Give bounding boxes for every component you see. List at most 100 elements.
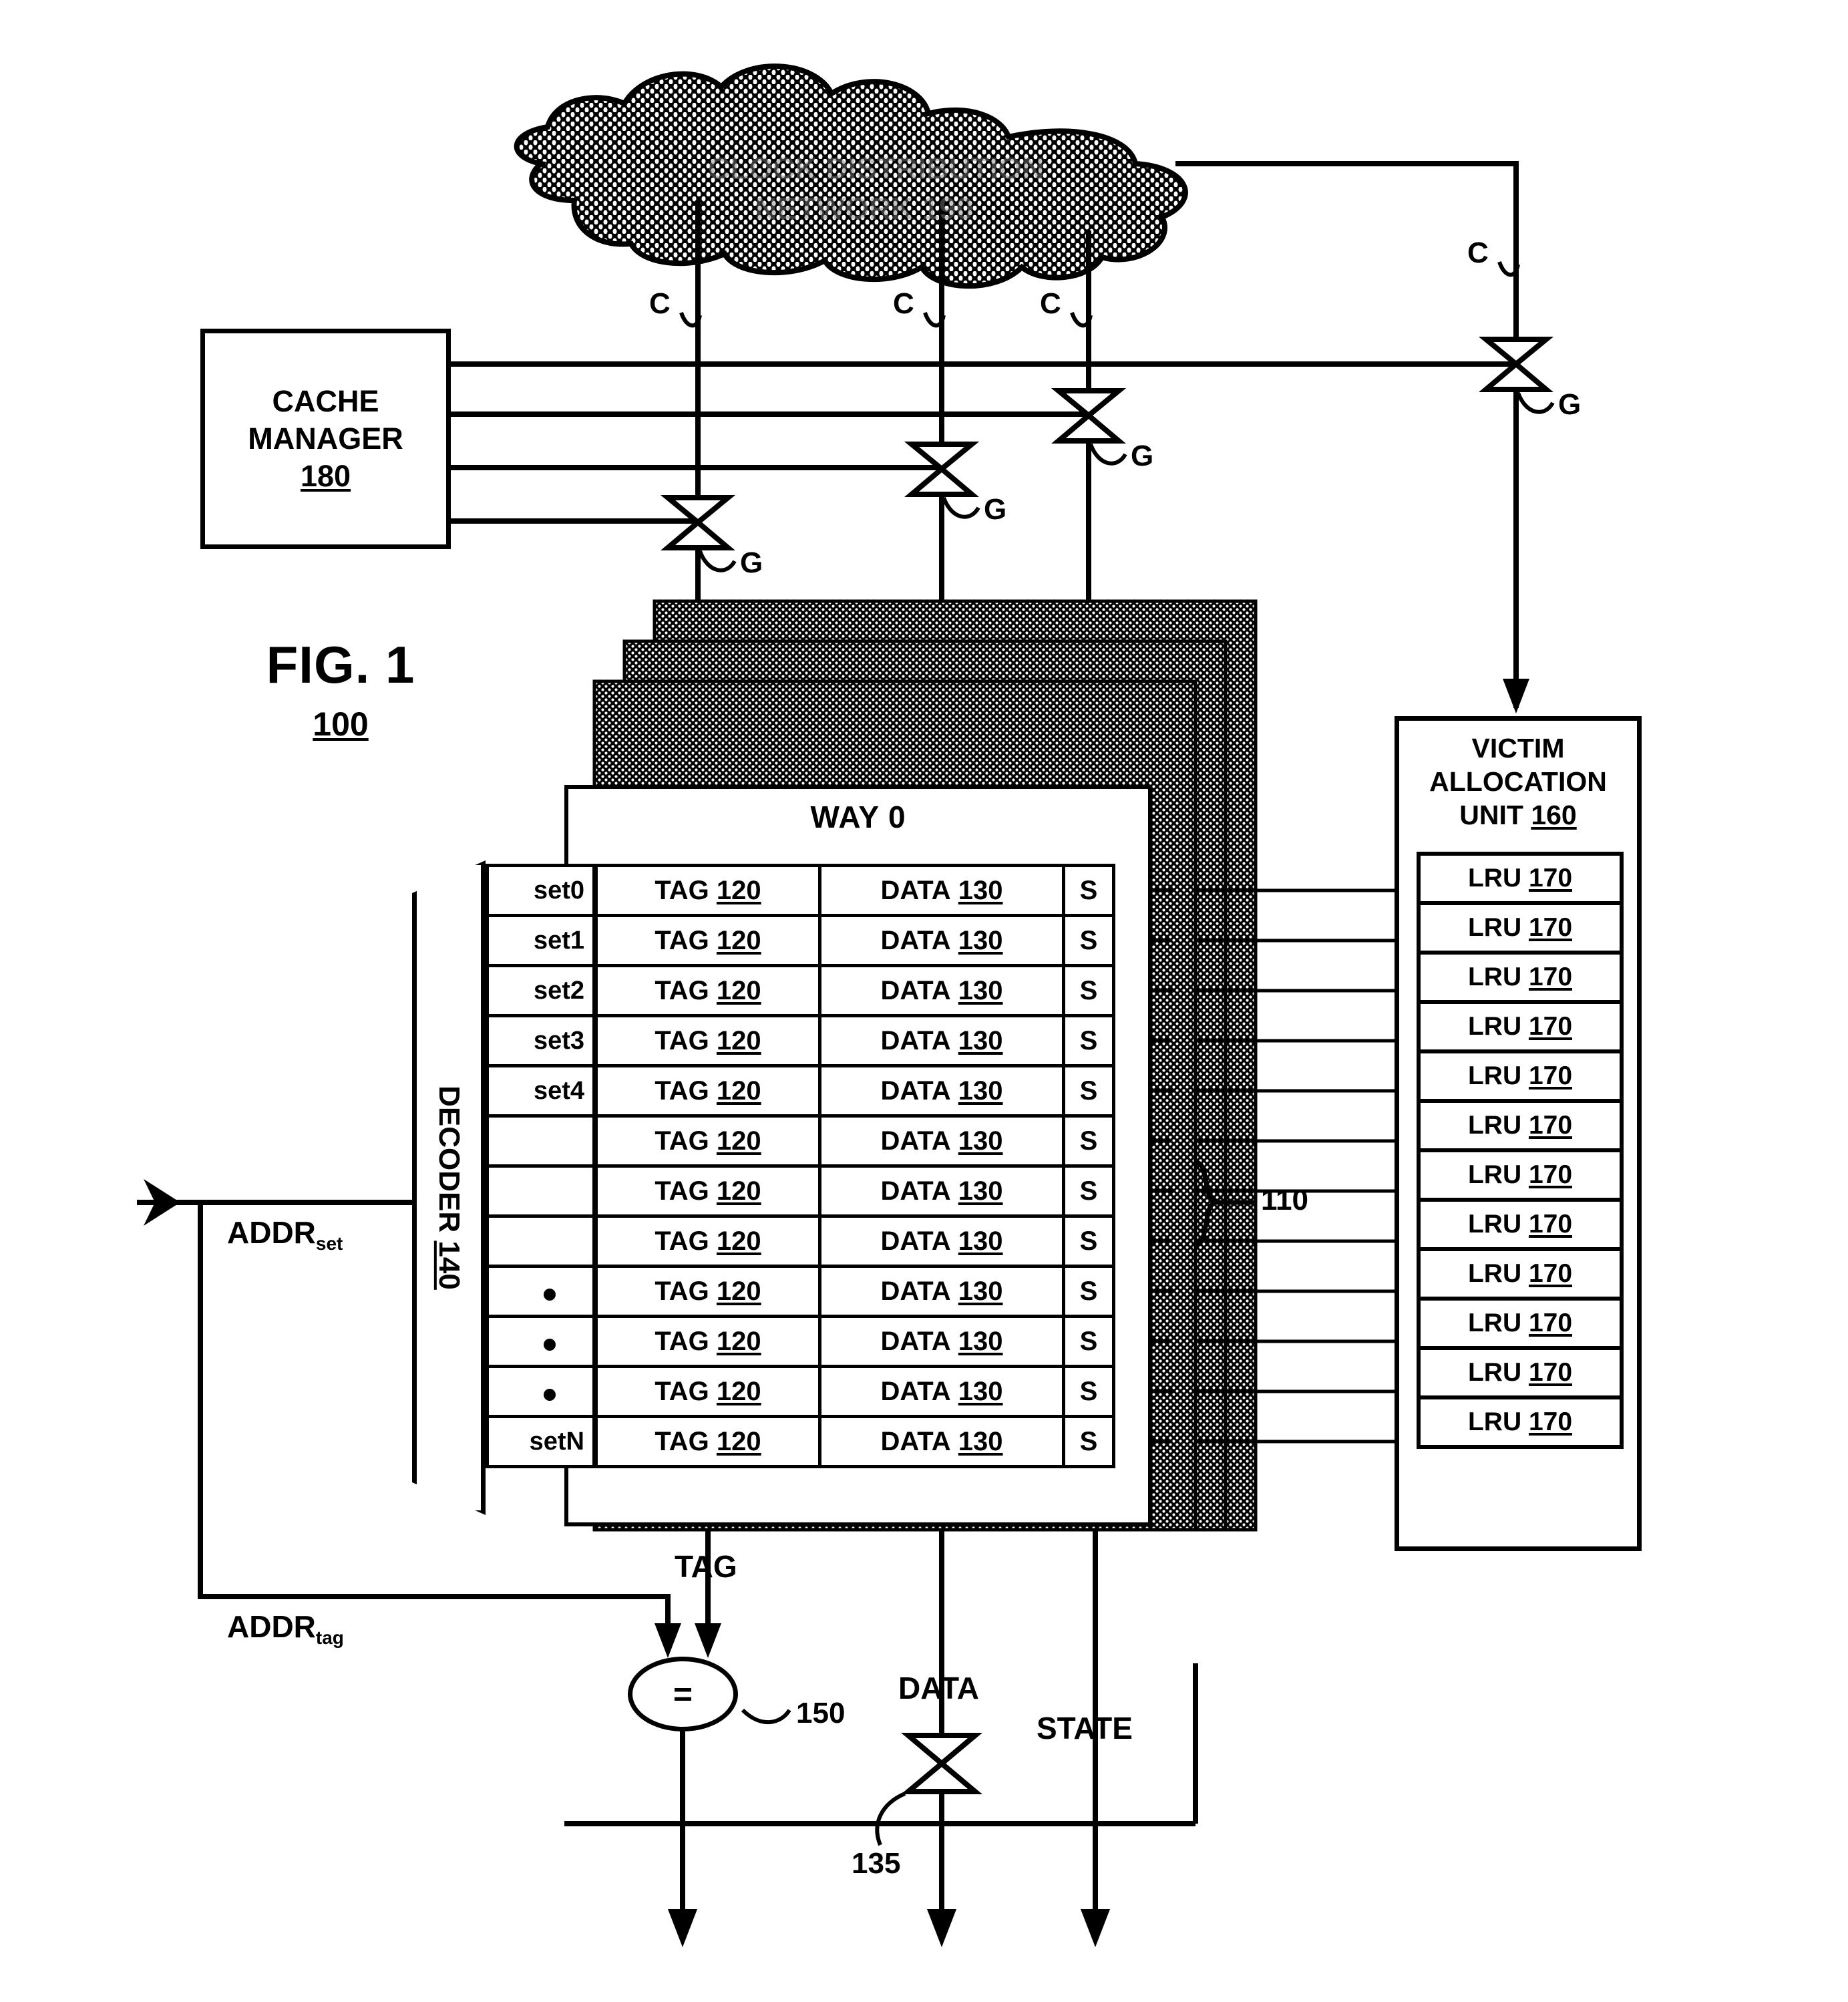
state-cell[interactable]: S (1062, 1014, 1115, 1067)
tag-cell[interactable]: TAG 120 (594, 1064, 821, 1118)
lru-entry[interactable]: LRU 170 (1417, 1297, 1624, 1350)
tag-cell-ref: 120 (716, 1126, 761, 1156)
data-cell-ref: 130 (958, 1226, 1003, 1256)
state-cell[interactable]: S (1062, 1064, 1115, 1118)
table-row[interactable]: TAG 120 DATA 130 S (594, 1014, 1122, 1067)
lru-ref: 170 (1528, 1111, 1573, 1140)
tag-cell[interactable]: TAG 120 (594, 1114, 821, 1168)
lru-entry[interactable]: LRU 170 (1417, 1049, 1624, 1103)
data-cell[interactable]: DATA 130 (818, 1415, 1065, 1468)
state-cell[interactable]: S (1062, 914, 1115, 967)
table-row[interactable]: TAG 120 DATA 130 S (594, 914, 1122, 967)
tag-cell-label: TAG (655, 1025, 717, 1055)
figure-label: FIG. 1 (266, 635, 415, 694)
victim-unit-line2: ALLOCATION (1429, 766, 1607, 798)
tag-cell[interactable]: TAG 120 (594, 1415, 821, 1468)
table-row[interactable]: TAG 120 DATA 130 S (594, 1315, 1122, 1368)
lru-entry[interactable]: LRU 170 (1417, 1198, 1624, 1251)
data-cell[interactable]: DATA 130 (818, 1315, 1065, 1368)
table-row[interactable]: TAG 120 DATA 130 S (594, 1114, 1122, 1168)
cloud-label-line2: NETWORK 190 (755, 191, 974, 226)
cache-array-table: TAG 120 DATA 130 S TAG 120 DATA 130 S TAG 120 D… (594, 864, 1122, 1468)
lru-entry[interactable]: LRU 170 (1417, 852, 1624, 905)
tag-cell[interactable]: TAG 120 (594, 864, 821, 917)
lru-entry[interactable]: LRU 170 (1417, 1346, 1624, 1399)
lru-ref: 170 (1528, 1309, 1573, 1337)
state-cell[interactable]: S (1062, 1114, 1115, 1168)
tag-cell[interactable]: TAG 120 (594, 1164, 821, 1218)
lru-label: LRU (1467, 1012, 1529, 1041)
cache-manager-block[interactable]: CACHE MANAGER 180 (200, 329, 451, 549)
tag-cell-ref: 120 (716, 875, 761, 905)
victim-unit-line3: UNIT 160 (1459, 800, 1577, 831)
decoder-block[interactable]: DECODER 140 (412, 860, 486, 1515)
data-cell[interactable]: DATA 130 (818, 1114, 1065, 1168)
lru-entry[interactable]: LRU 170 (1417, 1148, 1624, 1202)
lru-label: LRU (1467, 1061, 1529, 1090)
tag-cell[interactable]: TAG 120 (594, 914, 821, 967)
victim-allocation-unit[interactable]: VICTIM ALLOCATION UNIT 160 LRU 170 LRU 17… (1395, 716, 1642, 1551)
state-cell[interactable]: S (1062, 1315, 1115, 1368)
data-cell[interactable]: DATA 130 (818, 1365, 1065, 1418)
tag-cell[interactable]: TAG 120 (594, 1365, 821, 1418)
tag-cell-label: TAG (655, 1075, 717, 1106)
data-cell[interactable]: DATA 130 (818, 1214, 1065, 1268)
lru-entry[interactable]: LRU 170 (1417, 901, 1624, 955)
tag-cell[interactable]: TAG 120 (594, 1315, 821, 1368)
tag-cell[interactable]: TAG 120 (594, 964, 821, 1017)
lru-label: LRU (1467, 864, 1529, 892)
state-cell[interactable]: S (1062, 1265, 1115, 1318)
table-row[interactable]: TAG 120 DATA 130 S (594, 1064, 1122, 1118)
set-label-blank (486, 1164, 596, 1218)
data-cell[interactable]: DATA 130 (818, 964, 1065, 1017)
tag-cell-label: TAG (655, 1426, 717, 1456)
state-cell[interactable]: S (1062, 1365, 1115, 1418)
table-row[interactable]: TAG 120 DATA 130 S (594, 1164, 1122, 1218)
tag-cell-label: TAG (655, 975, 717, 1005)
lru-entry[interactable]: LRU 170 (1417, 1247, 1624, 1301)
state-cell[interactable]: S (1062, 864, 1115, 917)
table-row[interactable]: TAG 120 DATA 130 S (594, 864, 1122, 917)
tag-cell[interactable]: TAG 120 (594, 1214, 821, 1268)
table-row[interactable]: TAG 120 DATA 130 S (594, 964, 1122, 1017)
state-cell[interactable]: S (1062, 1164, 1115, 1218)
table-row[interactable]: TAG 120 DATA 130 S (594, 1365, 1122, 1418)
tag-cell-ref: 120 (716, 1376, 761, 1406)
lru-entry[interactable]: LRU 170 (1417, 1099, 1624, 1152)
clock-gate-3 (1051, 388, 1127, 444)
tag-cell[interactable]: TAG 120 (594, 1265, 821, 1318)
data-cell-ref: 130 (958, 1176, 1003, 1206)
lru-entry[interactable]: LRU 170 (1417, 951, 1624, 1004)
data-cell-label: DATA (880, 975, 958, 1005)
table-row[interactable]: TAG 120 DATA 130 S (594, 1214, 1122, 1268)
ellipsis-dot (544, 1339, 556, 1351)
data-cell[interactable]: DATA 130 (818, 1164, 1065, 1218)
set-label-blank (486, 1365, 596, 1418)
table-row[interactable]: TAG 120 DATA 130 S (594, 1265, 1122, 1318)
lru-entry[interactable]: LRU 170 (1417, 1395, 1624, 1449)
data-cell[interactable]: DATA 130 (818, 914, 1065, 967)
data-cell[interactable]: DATA 130 (818, 1014, 1065, 1067)
state-cell[interactable]: S (1062, 1415, 1115, 1468)
set-label-column: set0 set1 set2 set3 set4 setN (486, 864, 596, 1468)
state-cell[interactable]: S (1062, 964, 1115, 1017)
data-cell[interactable]: DATA 130 (818, 1064, 1065, 1118)
tag-cell[interactable]: TAG 120 (594, 1014, 821, 1067)
lru-ref: 170 (1528, 1061, 1573, 1090)
gate-label-1: G (740, 546, 763, 579)
data-cell-label: DATA (880, 1326, 958, 1356)
table-row[interactable]: TAG 120 DATA 130 S (594, 1415, 1122, 1468)
lru-entry[interactable]: LRU 170 (1417, 1000, 1624, 1053)
tag-comparator[interactable]: = (628, 1657, 738, 1731)
set-label-text: set1 (533, 926, 584, 955)
gate-label-3: G (1131, 440, 1154, 472)
tag-cell-label: TAG (655, 1376, 717, 1406)
figure-number: 100 (313, 705, 369, 743)
clock-gate-1 (660, 495, 736, 550)
data-cell-label: DATA (880, 925, 958, 955)
victim-unit-ref: 160 (1531, 800, 1577, 831)
data-cell[interactable]: DATA 130 (818, 1265, 1065, 1318)
clock-gate-2 (904, 442, 980, 497)
state-cell[interactable]: S (1062, 1214, 1115, 1268)
data-cell[interactable]: DATA 130 (818, 864, 1065, 917)
